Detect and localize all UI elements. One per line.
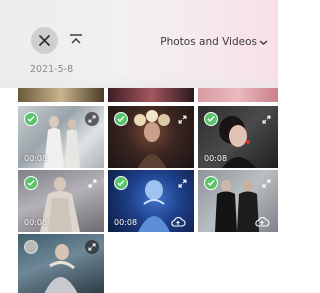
- expand-button[interactable]: [85, 176, 99, 190]
- check-icon: [207, 116, 215, 123]
- collapse-button[interactable]: [67, 30, 85, 48]
- check-icon: [117, 116, 125, 123]
- expand-icon: [88, 243, 96, 251]
- close-button[interactable]: [31, 27, 58, 54]
- selected-check[interactable]: [24, 176, 38, 190]
- selected-check[interactable]: [204, 112, 218, 126]
- selected-check[interactable]: [204, 176, 218, 190]
- check-icon: [117, 180, 125, 187]
- media-tile[interactable]: 00:08: [108, 170, 194, 232]
- media-tile[interactable]: [108, 106, 194, 168]
- check-icon: [27, 180, 35, 187]
- expand-icon: [262, 115, 270, 123]
- photo-content: [44, 244, 78, 293]
- media-tile[interactable]: 00:08: [198, 106, 278, 168]
- media-tile[interactable]: [18, 234, 104, 293]
- album-selector[interactable]: Photos and Videos: [160, 34, 268, 50]
- expand-button[interactable]: [259, 176, 273, 190]
- close-icon: [39, 35, 50, 46]
- media-tile[interactable]: [108, 88, 194, 102]
- expand-icon: [88, 115, 96, 123]
- cloud-upload-icon[interactable]: [170, 216, 186, 228]
- selected-check[interactable]: [114, 176, 128, 190]
- expand-button[interactable]: [85, 112, 99, 126]
- expand-button[interactable]: [259, 112, 273, 126]
- collapse-icon: [70, 34, 82, 44]
- chevron-down-icon: [259, 40, 268, 45]
- media-tile[interactable]: 00:08: [18, 106, 104, 168]
- cloud-upload-icon[interactable]: [254, 216, 270, 228]
- selected-check[interactable]: [114, 112, 128, 126]
- video-duration: 00:08: [24, 154, 48, 163]
- expand-icon: [178, 115, 186, 123]
- media-tile[interactable]: 00:08: [18, 170, 104, 232]
- picker-header: Photos and Videos 2021-5-8: [0, 0, 278, 88]
- video-duration: 00:08: [24, 218, 48, 227]
- photo-content: [134, 110, 170, 168]
- expand-button[interactable]: [175, 112, 189, 126]
- expand-icon: [262, 179, 270, 187]
- expand-icon: [178, 179, 186, 187]
- check-icon: [207, 180, 215, 187]
- header-fade: [0, 74, 278, 88]
- video-duration: 00:08: [114, 218, 138, 227]
- media-tile[interactable]: [198, 170, 278, 232]
- album-selector-label: Photos and Videos: [160, 36, 257, 48]
- video-duration: 00:08: [204, 154, 228, 163]
- check-icon: [27, 116, 35, 123]
- selected-check[interactable]: [24, 112, 38, 126]
- expand-button[interactable]: [85, 240, 99, 254]
- media-tile[interactable]: [198, 88, 278, 102]
- media-tile[interactable]: [18, 88, 104, 102]
- expand-icon: [88, 179, 96, 187]
- unselected-check[interactable]: [24, 240, 38, 254]
- expand-button[interactable]: [175, 176, 189, 190]
